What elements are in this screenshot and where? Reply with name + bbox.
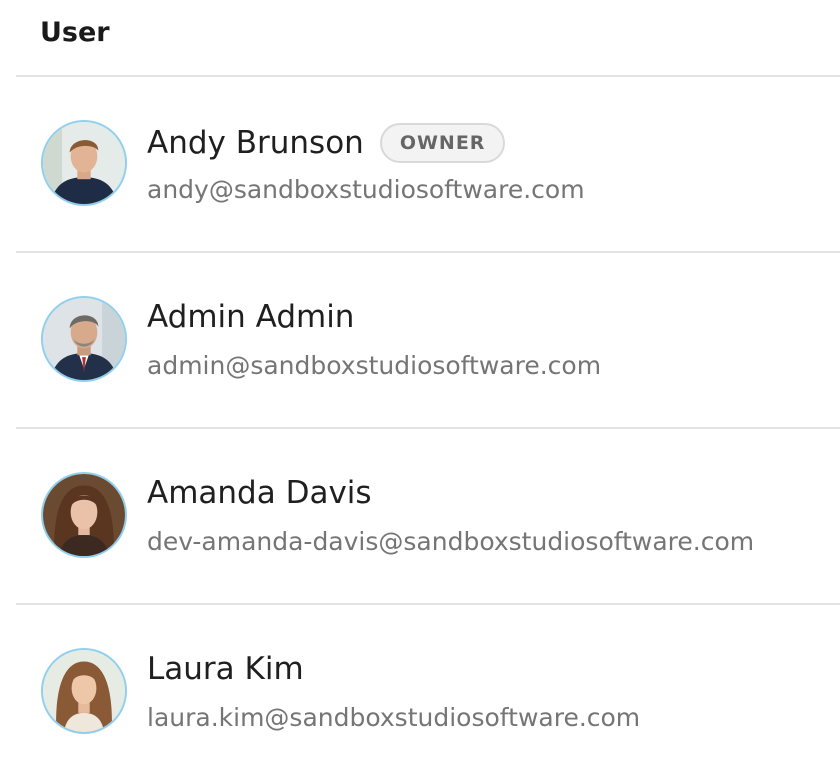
avatar-man-gray-hair-icon: [43, 298, 125, 380]
avatar: [41, 120, 127, 206]
user-email: andy@sandboxstudiosoftware.com: [147, 175, 585, 204]
avatar: [41, 472, 127, 558]
user-name: Admin Admin: [147, 299, 355, 335]
user-email: dev-amanda-davis@sandboxstudiosoftware.c…: [147, 527, 755, 556]
table-row[interactable]: Laura Kim laura.kim@sandboxstudiosoftwar…: [16, 605, 840, 767]
owner-badge: OWNER: [379, 123, 506, 163]
table-header: User: [16, 0, 840, 77]
user-table: User Andy Brunson OWNER andy@sandboxstud…: [0, 0, 840, 767]
table-row[interactable]: Andy Brunson OWNER andy@sandboxstudiosof…: [16, 77, 840, 253]
table-row[interactable]: Admin Admin admin@sandboxstudiosoftware.…: [16, 253, 840, 429]
avatar-man-young-icon: [43, 122, 125, 204]
table-row[interactable]: Amanda Davis dev-amanda-davis@sandboxstu…: [16, 429, 840, 605]
user-name: Amanda Davis: [147, 475, 372, 511]
user-name: Andy Brunson: [147, 125, 364, 161]
user-email: admin@sandboxstudiosoftware.com: [147, 351, 602, 380]
avatar: [41, 296, 127, 382]
avatar-woman-long-hair-icon: [43, 650, 125, 732]
user-email: laura.kim@sandboxstudiosoftware.com: [147, 703, 641, 732]
user-name: Laura Kim: [147, 651, 304, 687]
avatar-woman-brunette-icon: [43, 474, 125, 556]
avatar: [41, 648, 127, 734]
user-column-header: User: [40, 17, 110, 48]
